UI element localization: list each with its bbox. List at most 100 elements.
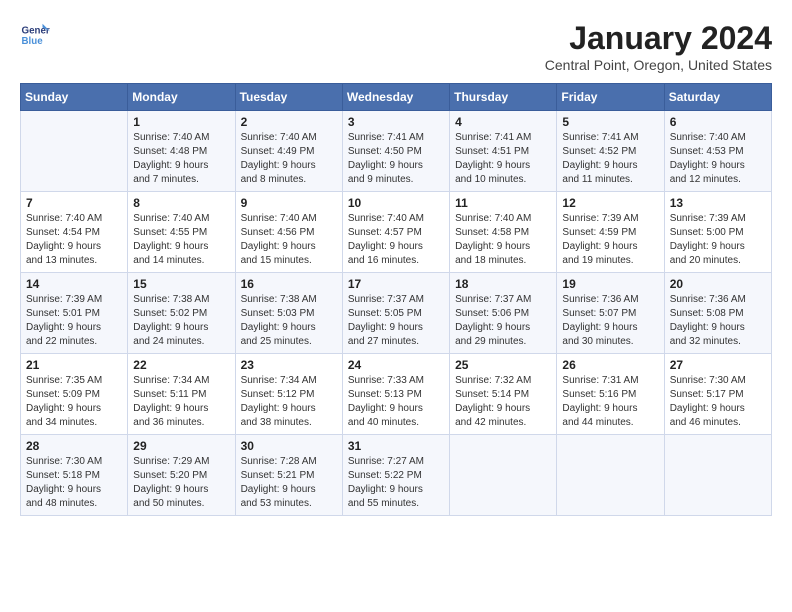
calendar-header: SundayMondayTuesdayWednesdayThursdayFrid… [21,84,772,111]
day-number: 11 [455,196,551,210]
day-number: 4 [455,115,551,129]
day-cell: 2 Sunrise: 7:40 AM Sunset: 4:49 PM Daylig… [235,111,342,192]
svg-text:Blue: Blue [22,36,44,47]
day-cell: 24 Sunrise: 7:33 AM Sunset: 5:13 PM Dayli… [342,354,449,435]
header-tuesday: Tuesday [235,84,342,111]
day-cell: 12 Sunrise: 7:39 AM Sunset: 4:59 PM Dayli… [557,192,664,273]
day-number: 25 [455,358,551,372]
day-number: 13 [670,196,766,210]
header-row: SundayMondayTuesdayWednesdayThursdayFrid… [21,84,772,111]
day-number: 7 [26,196,122,210]
week-row-1: 1 Sunrise: 7:40 AM Sunset: 4:48 PM Daylig… [21,111,772,192]
day-cell: 15 Sunrise: 7:38 AM Sunset: 5:02 PM Dayli… [128,273,235,354]
day-info: Sunrise: 7:40 AM Sunset: 4:48 PM Dayligh… [133,131,229,187]
day-info: Sunrise: 7:27 AM Sunset: 5:22 PM Dayligh… [348,455,444,511]
location: Central Point, Oregon, United States [545,57,772,73]
day-number: 30 [241,439,337,453]
day-info: Sunrise: 7:37 AM Sunset: 5:06 PM Dayligh… [455,293,551,349]
day-info: Sunrise: 7:41 AM Sunset: 4:51 PM Dayligh… [455,131,551,187]
header-saturday: Saturday [664,84,771,111]
day-cell: 6 Sunrise: 7:40 AM Sunset: 4:53 PM Daylig… [664,111,771,192]
day-number: 8 [133,196,229,210]
day-number: 1 [133,115,229,129]
day-number: 14 [26,277,122,291]
day-number: 19 [562,277,658,291]
day-cell [664,435,771,516]
day-number: 21 [26,358,122,372]
day-number: 28 [26,439,122,453]
month-title: January 2024 [545,20,772,57]
day-info: Sunrise: 7:40 AM Sunset: 4:58 PM Dayligh… [455,212,551,268]
day-number: 22 [133,358,229,372]
day-info: Sunrise: 7:37 AM Sunset: 5:05 PM Dayligh… [348,293,444,349]
day-info: Sunrise: 7:40 AM Sunset: 4:56 PM Dayligh… [241,212,337,268]
day-number: 9 [241,196,337,210]
day-info: Sunrise: 7:39 AM Sunset: 4:59 PM Dayligh… [562,212,658,268]
day-cell: 5Sunrise: 7:41 AM Sunset: 4:52 PM Daylig… [557,111,664,192]
day-info: Sunrise: 7:40 AM Sunset: 4:54 PM Dayligh… [26,212,122,268]
day-cell [21,111,128,192]
logo-icon: General Blue [20,20,50,50]
day-cell: 17 Sunrise: 7:37 AM Sunset: 5:05 PM Dayli… [342,273,449,354]
day-info: Sunrise: 7:35 AM Sunset: 5:09 PM Dayligh… [26,374,122,430]
day-cell: 28 Sunrise: 7:30 AM Sunset: 5:18 PM Dayli… [21,435,128,516]
day-info: Sunrise: 7:32 AM Sunset: 5:14 PM Dayligh… [455,374,551,430]
day-number: 27 [670,358,766,372]
day-cell: 31 Sunrise: 7:27 AM Sunset: 5:22 PM Dayli… [342,435,449,516]
day-number: 24 [348,358,444,372]
title-block: January 2024 Central Point, Oregon, Unit… [545,20,772,73]
day-info: Sunrise: 7:34 AM Sunset: 5:11 PM Dayligh… [133,374,229,430]
day-number: 23 [241,358,337,372]
day-number: 2 [241,115,337,129]
day-info: Sunrise: 7:39 AM Sunset: 5:00 PM Dayligh… [670,212,766,268]
header-sunday: Sunday [21,84,128,111]
day-cell: 23 Sunrise: 7:34 AM Sunset: 5:12 PM Dayli… [235,354,342,435]
header-thursday: Thursday [450,84,557,111]
week-row-5: 28 Sunrise: 7:30 AM Sunset: 5:18 PM Dayli… [21,435,772,516]
calendar-body: 1 Sunrise: 7:40 AM Sunset: 4:48 PM Daylig… [21,111,772,516]
day-info: Sunrise: 7:38 AM Sunset: 5:02 PM Dayligh… [133,293,229,349]
day-cell: 22 Sunrise: 7:34 AM Sunset: 5:11 PM Dayli… [128,354,235,435]
day-number: 6 [670,115,766,129]
day-cell: 18 Sunrise: 7:37 AM Sunset: 5:06 PM Dayli… [450,273,557,354]
day-info: Sunrise: 7:39 AM Sunset: 5:01 PM Dayligh… [26,293,122,349]
day-number: 20 [670,277,766,291]
header-monday: Monday [128,84,235,111]
day-cell: 3 Sunrise: 7:41 AM Sunset: 4:50 PM Daylig… [342,111,449,192]
day-cell: 19Sunrise: 7:36 AM Sunset: 5:07 PM Dayli… [557,273,664,354]
day-cell: 1 Sunrise: 7:40 AM Sunset: 4:48 PM Daylig… [128,111,235,192]
day-number: 15 [133,277,229,291]
page-header: General Blue January 2024 Central Point,… [20,20,772,73]
day-info: Sunrise: 7:40 AM Sunset: 4:55 PM Dayligh… [133,212,229,268]
day-cell: 25 Sunrise: 7:32 AM Sunset: 5:14 PM Dayli… [450,354,557,435]
day-info: Sunrise: 7:28 AM Sunset: 5:21 PM Dayligh… [241,455,337,511]
day-cell: 8 Sunrise: 7:40 AM Sunset: 4:55 PM Daylig… [128,192,235,273]
header-friday: Friday [557,84,664,111]
day-number: 12 [562,196,658,210]
day-number: 26 [562,358,658,372]
header-wednesday: Wednesday [342,84,449,111]
day-cell: 16Sunrise: 7:38 AM Sunset: 5:03 PM Dayli… [235,273,342,354]
day-info: Sunrise: 7:40 AM Sunset: 4:53 PM Dayligh… [670,131,766,187]
week-row-3: 14 Sunrise: 7:39 AM Sunset: 5:01 PM Dayli… [21,273,772,354]
day-number: 3 [348,115,444,129]
day-cell: 9 Sunrise: 7:40 AM Sunset: 4:56 PM Daylig… [235,192,342,273]
day-cell: 4 Sunrise: 7:41 AM Sunset: 4:51 PM Daylig… [450,111,557,192]
day-info: Sunrise: 7:41 AM Sunset: 4:50 PM Dayligh… [348,131,444,187]
day-number: 29 [133,439,229,453]
day-cell [557,435,664,516]
day-cell: 27 Sunrise: 7:30 AM Sunset: 5:17 PM Dayli… [664,354,771,435]
day-info: Sunrise: 7:40 AM Sunset: 4:49 PM Dayligh… [241,131,337,187]
calendar-table: SundayMondayTuesdayWednesdayThursdayFrid… [20,83,772,516]
day-number: 18 [455,277,551,291]
day-number: 31 [348,439,444,453]
day-info: Sunrise: 7:30 AM Sunset: 5:17 PM Dayligh… [670,374,766,430]
day-cell: 7 Sunrise: 7:40 AM Sunset: 4:54 PM Daylig… [21,192,128,273]
day-number: 5 [562,115,658,129]
day-info: Sunrise: 7:34 AM Sunset: 5:12 PM Dayligh… [241,374,337,430]
day-cell [450,435,557,516]
day-number: 17 [348,277,444,291]
day-info: Sunrise: 7:30 AM Sunset: 5:18 PM Dayligh… [26,455,122,511]
day-info: Sunrise: 7:33 AM Sunset: 5:13 PM Dayligh… [348,374,444,430]
day-number: 10 [348,196,444,210]
